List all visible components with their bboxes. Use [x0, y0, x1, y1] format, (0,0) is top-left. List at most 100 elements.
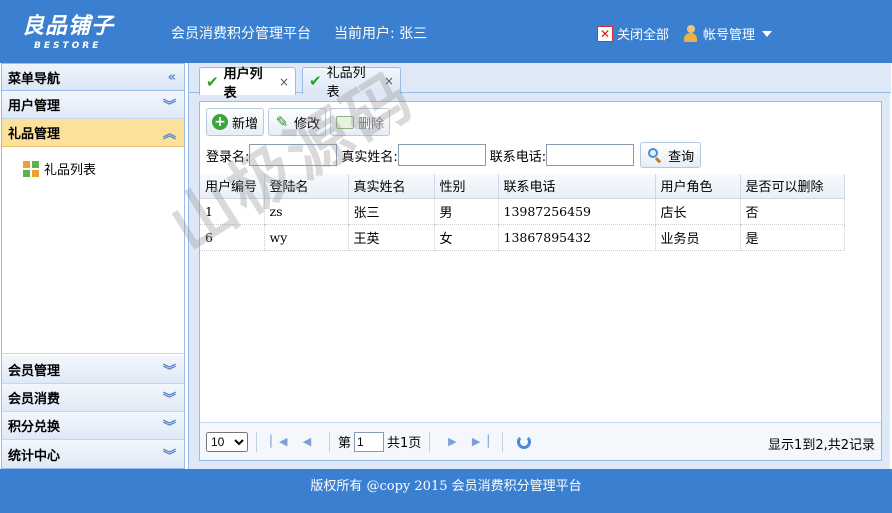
next-page-icon[interactable]: ▶ [444, 434, 460, 450]
gift-management-panel: 礼品列表 [2, 147, 184, 354]
add-button[interactable]: + 新增 [206, 108, 265, 136]
check-icon: ✔ [206, 72, 219, 91]
close-all-label: 关闭全部 [617, 28, 670, 43]
login-name-input[interactable] [249, 144, 338, 166]
column-header[interactable]: 用户编号 [200, 174, 265, 199]
page-total-label: 共1页 [387, 436, 422, 451]
sidebar-section-label: 礼品管理 [8, 127, 61, 142]
delete-button[interactable]: 删除 [330, 108, 391, 136]
tab-gift-list[interactable]: ✔ 礼品列表 × [302, 66, 401, 100]
page-size-select[interactable]: 10 [206, 431, 248, 452]
account-label: 帐号管理 [703, 28, 756, 43]
sidebar-item-label: 礼品列表 [44, 163, 97, 178]
expand-icon: ︾ [162, 420, 176, 435]
cell-deletable: 否 [740, 198, 845, 225]
close-tab-icon[interactable]: × [279, 75, 289, 89]
cell-role: 业务员 [655, 224, 741, 251]
copyright-text: 版权所有 @copy 2015 会员消费积分管理平台 [310, 479, 582, 494]
divider [256, 431, 257, 452]
tab-user-list[interactable]: ✔ 用户列表 × [199, 67, 296, 101]
collapse-sidebar-icon[interactable]: « [168, 70, 176, 85]
real-name-input[interactable] [397, 144, 486, 166]
sidebar-section-gift-management[interactable]: 礼品管理 ︽ [2, 119, 184, 147]
sidebar-section-label: 会员消费 [8, 392, 61, 407]
toolbar: + 新增 ✎ 修改 删除 [206, 108, 391, 136]
sidebar-section-statistics[interactable]: 统计中心 ︾ [2, 440, 184, 468]
cell-role: 店长 [655, 198, 741, 225]
expand-icon: ︾ [162, 99, 176, 114]
search-bar: 登录名: 真实姓名: 联系电话: 查询 [206, 142, 702, 168]
current-user: 当前用户: 张三 [334, 26, 428, 42]
cell-phone: 13867895432 [498, 224, 656, 251]
cell-login-name: wy [264, 224, 349, 251]
main-panel: ✔ 用户列表 × ✔ 礼品列表 × + 新增 ✎ 修改 删除 登录名: 真实姓名… [188, 63, 891, 469]
edit-label: 修改 [294, 116, 321, 132]
sidebar-item-gift-list[interactable]: 礼品列表 [23, 159, 184, 178]
chevron-down-icon [762, 30, 773, 37]
top-header: 良品铺子 BESTORE 会员消费积分管理平台 当前用户: 张三 ✕ 关闭全部 … [0, 0, 892, 63]
add-label: 新增 [232, 116, 259, 132]
brand-logo: 良品铺子 BESTORE [22, 8, 142, 54]
phone-input[interactable] [546, 144, 635, 166]
close-icon: ✕ [597, 25, 613, 42]
query-button[interactable]: 查询 [640, 142, 702, 168]
sidebar-section-member-management[interactable]: 会员管理 ︾ [2, 356, 184, 384]
tab-label: 用户列表 [223, 66, 263, 101]
sidebar-section-label: 统计中心 [8, 448, 61, 464]
pagination-info: 显示1到2,共2记录 [768, 438, 875, 453]
page-prefix-label: 第 [338, 436, 352, 451]
tab-label: 礼品列表 [326, 66, 366, 100]
logo-text-cn: 良品铺子 [22, 13, 115, 39]
user-list-panel: + 新增 ✎ 修改 删除 登录名: 真实姓名: 联系电话: 查询 用户编号 登陆… [199, 101, 882, 461]
expand-icon: ︾ [162, 448, 176, 464]
divider [502, 431, 504, 452]
collapse-icon: ︽ [162, 127, 176, 142]
sidebar-section-user-management[interactable]: 用户管理 ︾ [2, 91, 184, 119]
refresh-icon[interactable] [517, 434, 532, 449]
close-all-button[interactable]: ✕ 关闭全部 [597, 24, 669, 43]
cell-user-id: 6 [200, 224, 265, 251]
query-label: 查询 [668, 149, 695, 165]
column-header[interactable]: 用户角色 [655, 174, 741, 199]
real-name-label: 真实姓名: [341, 149, 398, 165]
column-header[interactable]: 联系电话 [498, 174, 656, 199]
close-tab-icon[interactable]: × [384, 74, 394, 88]
column-header[interactable]: 真实姓名 [348, 174, 435, 199]
sidebar-section-label: 积分兑换 [8, 420, 61, 435]
user-table: 用户编号 登陆名 真实姓名 性别 联系电话 用户角色 是否可以删除 1 zs 张… [200, 174, 881, 251]
grid-icon [23, 160, 39, 177]
page-number-input[interactable] [354, 431, 385, 452]
last-page-icon[interactable]: ▶▕ [472, 434, 489, 450]
sidebar-section-points-exchange[interactable]: 积分兑换 ︾ [2, 412, 184, 440]
search-icon [647, 147, 663, 164]
expand-icon: ︾ [162, 364, 176, 379]
sidebar-header: 菜单导航 « [2, 64, 184, 91]
plus-icon: + [212, 114, 228, 130]
table-row[interactable]: 6 wy 王英 女 13867895432 业务员 是 [200, 224, 845, 251]
cell-deletable: 是 [740, 224, 845, 251]
cell-phone: 13987256459 [498, 198, 656, 225]
expand-icon: ︾ [162, 392, 176, 407]
logo-text-en: BESTORE [34, 41, 102, 51]
sidebar-section-label: 会员管理 [8, 364, 61, 379]
table-row[interactable]: 1 zs 张三 男 13987256459 店长 否 [200, 198, 845, 225]
account-menu-button[interactable]: 帐号管理 [683, 24, 773, 43]
cell-gender: 男 [434, 198, 499, 225]
prev-page-icon[interactable]: ◀ [299, 434, 315, 450]
tab-bar: ✔ 用户列表 × ✔ 礼品列表 × [189, 63, 891, 101]
column-header[interactable]: 登陆名 [264, 174, 349, 199]
cell-login-name: zs [264, 198, 349, 225]
first-page-icon[interactable]: ▏◀ [271, 434, 288, 450]
sidebar-title: 菜单导航 [8, 71, 61, 87]
login-name-label: 登录名: [206, 149, 250, 165]
sidebar-section-member-consumption[interactable]: 会员消费 ︾ [2, 384, 184, 412]
phone-label: 联系电话: [489, 149, 547, 165]
footer: 版权所有 @copy 2015 会员消费积分管理平台 [0, 469, 892, 513]
cell-gender: 女 [434, 224, 499, 251]
edit-button[interactable]: ✎ 修改 [268, 108, 327, 136]
pagination-bar: 10 ▏◀ ◀ 第 共1页 ▶ ▶▕ 显示1到2,共2记录 [200, 422, 881, 460]
cell-real-name: 张三 [348, 198, 435, 225]
column-header[interactable]: 性别 [434, 174, 499, 199]
check-icon: ✔ [309, 72, 322, 90]
column-header[interactable]: 是否可以删除 [740, 174, 845, 199]
